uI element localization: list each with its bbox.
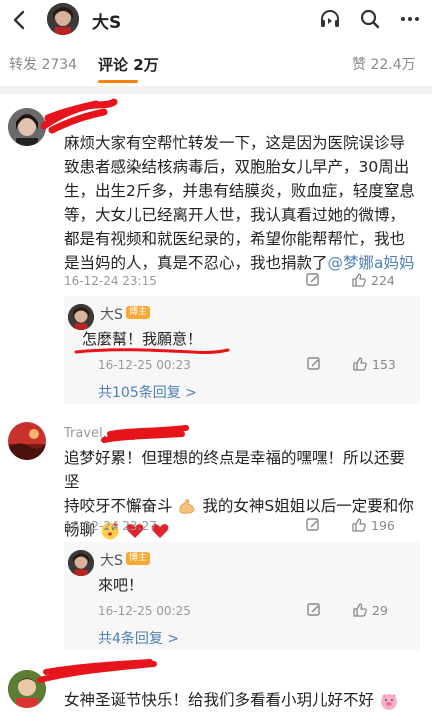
- more-replies-link[interactable]: 共4条回复 >: [98, 628, 179, 648]
- tab-comments-label: 评论: [98, 56, 129, 74]
- like-icon: [352, 518, 366, 532]
- comment-item: 麻烦大家有空帮忙转发一下，这是因为医院误诊导致患者感染结核病毒后，双胞胎女儿早产…: [0, 96, 432, 406]
- divider: [0, 86, 432, 94]
- tab-repost[interactable]: 转发 2734: [9, 54, 77, 74]
- comment-button[interactable]: [305, 517, 321, 533]
- more-icon[interactable]: [396, 5, 424, 33]
- like-icon: [352, 273, 366, 287]
- redaction-scribble: [40, 98, 118, 134]
- avatar[interactable]: [8, 108, 46, 146]
- tab-likes[interactable]: 赞 22.4万: [352, 54, 416, 74]
- like-button[interactable]: 196: [351, 517, 395, 533]
- reply-text: 怎麼幫！我願意！: [82, 330, 203, 348]
- tab-repost-count: 2734: [41, 57, 78, 73]
- reply-author[interactable]: 大S: [100, 304, 123, 324]
- page-title: 大S: [92, 13, 122, 33]
- tab-likes-label: 赞: [352, 57, 366, 73]
- comment-text: 麻烦大家有空帮忙转发一下，这是因为医院误诊导致患者感染结核病毒后，双胞胎女儿早产…: [64, 131, 420, 275]
- like-button[interactable]: 29: [352, 602, 388, 618]
- like-count: 153: [372, 356, 396, 372]
- comment-body-line: 追梦好累！但理想的终点是幸福的嘿嘿！所以还要坚: [64, 449, 406, 491]
- comment-actions: 224: [305, 272, 395, 288]
- like-button[interactable]: 153: [352, 356, 396, 372]
- author-badge: 博主: [126, 552, 151, 565]
- more-replies-link[interactable]: 共105条回复 >: [98, 382, 197, 402]
- comment-author[interactable]: Travel...ry_cool: [64, 426, 161, 444]
- reply-actions: 153: [306, 356, 396, 372]
- comment-button[interactable]: [305, 272, 321, 288]
- avatar[interactable]: [47, 3, 79, 35]
- comment-body-line: 持咬牙不懈奋斗: [64, 497, 173, 515]
- comment-icon: [307, 357, 320, 370]
- comment-body: 女神圣诞节快乐！给我们多看看小玥儿好不好: [64, 691, 375, 709]
- avatar[interactable]: [68, 304, 94, 330]
- listen-icon[interactable]: [316, 5, 344, 33]
- mention-link[interactable]: @梦娜a妈妈: [328, 254, 415, 272]
- comment-icon: [307, 603, 320, 616]
- tab-bar: 转发 2734 评论 2万 赞 22.4万: [0, 44, 432, 84]
- tab-underline: [98, 80, 138, 83]
- comment-button[interactable]: [306, 356, 322, 372]
- tab-comments-count: 2万: [133, 56, 159, 74]
- tab-repost-label: 转发: [9, 57, 37, 73]
- top-bar: 大S: [0, 0, 432, 40]
- avatar[interactable]: [68, 550, 94, 576]
- reply-time: 16-12-25 00:23: [98, 358, 191, 372]
- reply-author[interactable]: 大S: [100, 550, 123, 570]
- comment-icon: [306, 518, 319, 531]
- comment-icon: [306, 273, 319, 286]
- like-icon: [353, 603, 367, 617]
- author-badge: 博主: [126, 306, 151, 319]
- like-count: 29: [372, 602, 388, 618]
- reply-actions: 29: [306, 602, 388, 618]
- back-arrow-icon[interactable]: [6, 6, 34, 34]
- tab-likes-count: 22.4万: [370, 57, 416, 73]
- like-icon: [353, 357, 367, 371]
- avatar[interactable]: [8, 422, 46, 460]
- like-count: 196: [371, 517, 395, 533]
- comment-button[interactable]: [306, 602, 322, 618]
- comment-time: 16-12-24 23:27: [64, 519, 157, 533]
- pig-emoji: [380, 693, 397, 710]
- reply-box: 大S 博主 怎麼幫！我願意！ 16-12-25 00:23 153 共105条回…: [64, 296, 420, 404]
- redaction-scribble: [37, 659, 157, 683]
- comment-item: Travel...ry_cool 追梦好累！但理想的终点是幸福的嘿嘿！所以还要坚…: [0, 412, 432, 652]
- comment-time: 16-12-24 23:15: [64, 274, 157, 288]
- like-button[interactable]: 224: [351, 272, 395, 288]
- comment-item: 女神圣诞节快乐！给我们多看看小玥儿好不好: [0, 658, 432, 725]
- muscle-emoji: [179, 498, 195, 514]
- avatar[interactable]: [8, 670, 46, 708]
- reply-text: 來吧！: [98, 576, 144, 594]
- like-count: 224: [371, 272, 395, 288]
- reply-box: 大S 博主 來吧！ 16-12-25 00:25 29 共4条回复 >: [64, 542, 420, 650]
- comment-actions: 196: [305, 517, 395, 533]
- comment-body: 麻烦大家有空帮忙转发一下，这是因为医院误诊导致患者感染结核病毒后，双胞胎女儿早产…: [64, 134, 415, 272]
- reply-time: 16-12-25 00:25: [98, 604, 191, 618]
- search-icon[interactable]: [356, 5, 384, 33]
- comment-body-line: 我的女神S姐姐以后一定要和你: [202, 497, 414, 515]
- comment-text: 女神圣诞节快乐！给我们多看看小玥儿好不好: [64, 688, 424, 712]
- tab-comments[interactable]: 评论 2万: [98, 54, 159, 75]
